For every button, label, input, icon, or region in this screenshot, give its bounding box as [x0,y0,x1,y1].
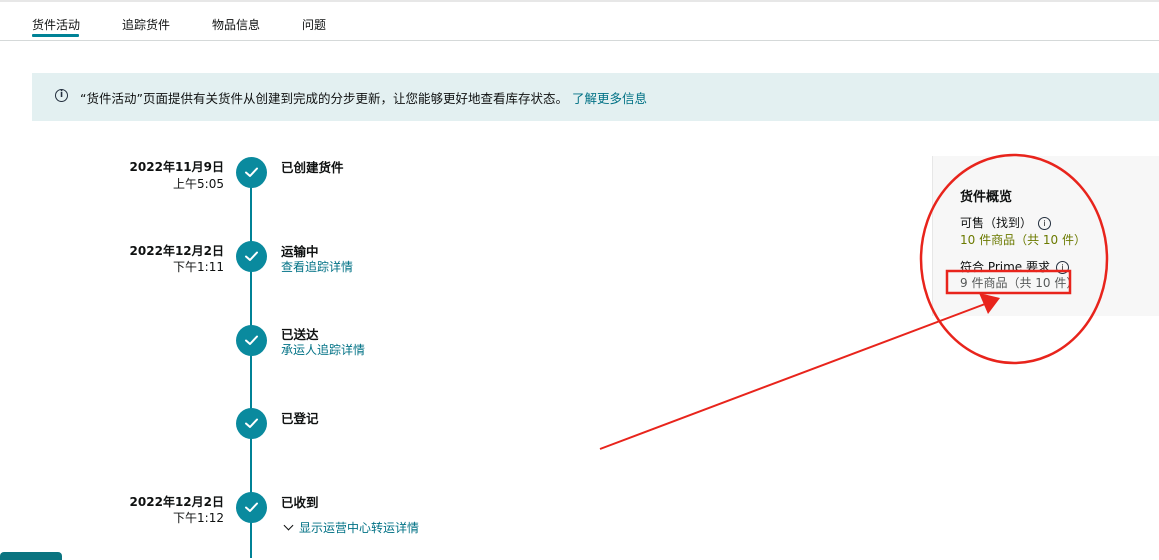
step-time: 上午5:05 [173,177,224,191]
chevron-down-icon [283,520,294,531]
annotation-arrow-line [599,303,986,450]
step-date: 2022年12月2日 [129,244,224,258]
check-icon [236,492,267,523]
show-fc-transfer-toggle[interactable]: 显示运营中心转运详情 [283,519,419,536]
view-tracking-link[interactable]: 查看追踪详情 [281,258,353,275]
check-icon [236,325,267,356]
step-title: 已登记 [281,411,319,426]
info-icon: i [55,89,68,102]
bottom-button[interactable] [0,552,62,560]
expand-label: 显示运营中心转运详情 [299,521,420,535]
check-icon [236,241,267,272]
info-icon[interactable]: i [1056,261,1069,274]
step-time: 下午1:11 [173,260,224,274]
sellable-label-text: 可售（找到） [960,216,1033,230]
step-date: 2022年11月9日 [129,160,224,174]
tab-bar: 货件活动 追踪货件 物品信息 问题 [0,0,1159,41]
info-icon[interactable]: i [1038,217,1052,230]
check-icon [236,408,267,439]
step-title: 已创建货件 [281,160,344,175]
active-tab-indicator [32,34,79,37]
step-title: 已收到 [281,495,319,510]
banner-message: “货件活动”页面提供有关货件从创建到完成的分步更新，让您能够更好地查看库存状态。… [80,88,647,107]
prime-value: 9 件商品（共 10 件） [960,276,1079,290]
sellable-label: 可售（找到） i [960,214,1052,231]
tab-item-info[interactable]: 物品信息 [212,16,260,33]
prime-label: 符合 Prime 要求 i [960,258,1069,275]
tab-track-shipment[interactable]: 追踪货件 [122,16,170,33]
sellable-value: 10 件商品（共 10 件） [960,233,1086,247]
step-date: 2022年12月2日 [129,495,224,509]
summary-title: 货件概览 [960,190,1013,205]
tab-shipment-activity[interactable]: 货件活动 [32,16,80,33]
banner-text: “货件活动”页面提供有关货件从创建到完成的分步更新，让您能够更好地查看库存状态。 [80,91,568,106]
prime-label-text: 符合 Prime 要求 [960,260,1050,274]
step-time: 下午1:12 [173,511,224,525]
check-icon [236,157,267,188]
info-banner: i “货件活动”页面提供有关货件从创建到完成的分步更新，让您能够更好地查看库存状… [32,73,1159,121]
tab-issues[interactable]: 问题 [302,16,326,33]
carrier-tracking-link[interactable]: 承运人追踪详情 [281,341,365,358]
learn-more-link[interactable]: 了解更多信息 [572,91,647,106]
